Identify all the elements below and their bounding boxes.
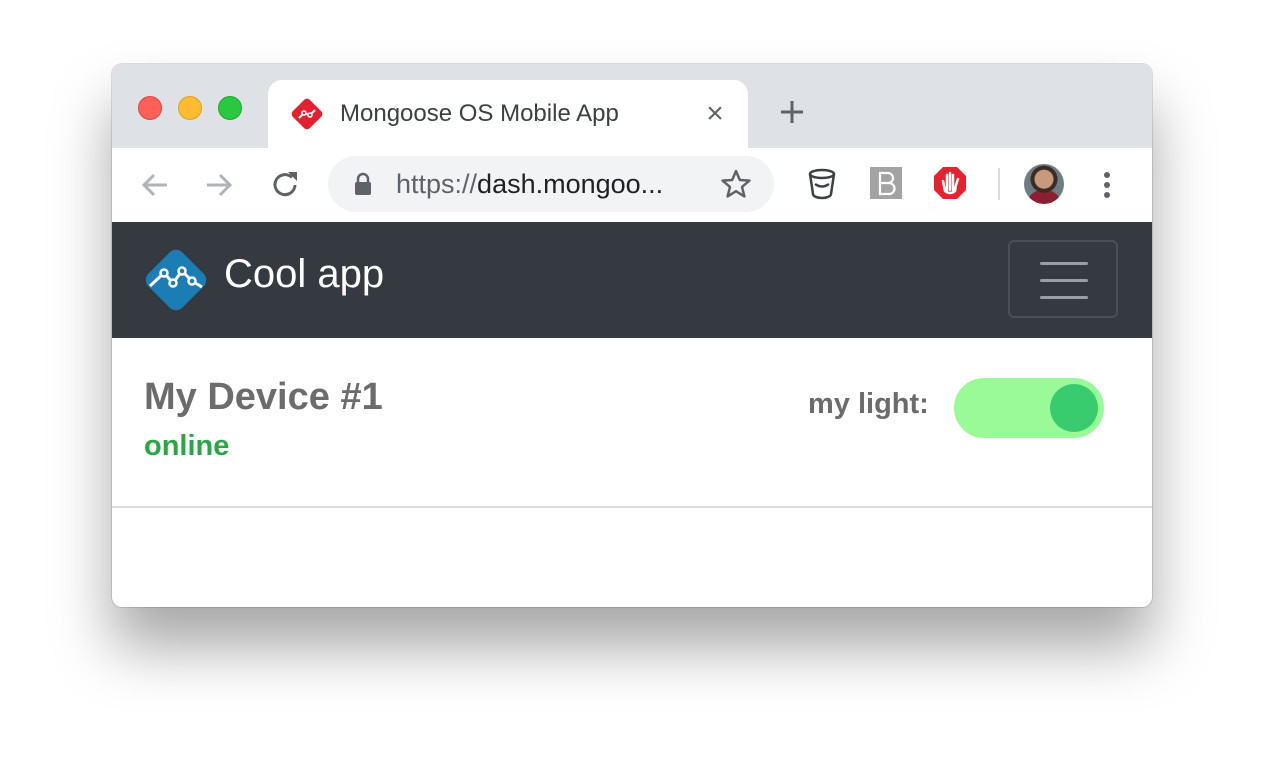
lock-icon[interactable]: [352, 172, 374, 196]
hamburger-icon-bar: [1040, 262, 1088, 265]
device-title: My Device #1: [144, 376, 383, 418]
mongoose-logo-icon[interactable]: [142, 246, 210, 314]
window-minimize-button[interactable]: [178, 96, 202, 120]
url-text[interactable]: https://dash.mongoo...: [396, 169, 696, 200]
reload-icon[interactable]: [266, 166, 304, 204]
adblock-icon[interactable]: [932, 165, 968, 201]
brand-name[interactable]: Cool app: [224, 252, 384, 297]
browser-window: Mongoose OS Mobile App × https://dash.mo…: [112, 64, 1152, 607]
toggle-knob[interactable]: [1050, 384, 1098, 432]
star-icon[interactable]: [720, 168, 752, 200]
b-extension-icon[interactable]: [868, 165, 904, 201]
url-scheme: https://: [396, 169, 478, 199]
toolbar-separator: [998, 168, 1000, 200]
window-close-button[interactable]: [138, 96, 162, 120]
tab-active[interactable]: Mongoose OS Mobile App ×: [268, 80, 748, 148]
hamburger-icon-bar: [1040, 279, 1088, 282]
url-host: dash.mongoo...: [477, 169, 664, 199]
forward-arrow-icon[interactable]: [200, 166, 238, 204]
tab-strip: Mongoose OS Mobile App ×: [112, 64, 1152, 148]
navbar-toggler-button[interactable]: [1008, 240, 1118, 318]
window-maximize-button[interactable]: [218, 96, 242, 120]
device-status-badge: online: [144, 430, 230, 462]
light-toggle-label: my light:: [808, 388, 929, 420]
new-tab-icon[interactable]: [776, 96, 808, 128]
profile-avatar[interactable]: [1024, 164, 1064, 204]
kebab-menu-icon[interactable]: [1092, 166, 1122, 204]
address-bar[interactable]: https://dash.mongoo...: [328, 156, 774, 212]
bucket-extension-icon[interactable]: [804, 165, 840, 201]
back-arrow-icon[interactable]: [136, 166, 174, 204]
section-divider: [112, 506, 1152, 508]
light-toggle-switch[interactable]: [954, 378, 1104, 438]
hamburger-icon-bar: [1040, 296, 1088, 299]
app-navbar: Cool app: [112, 222, 1152, 338]
tab-title: Mongoose OS Mobile App: [340, 100, 619, 127]
mongoose-favicon-icon: [291, 98, 323, 130]
tab-close-icon[interactable]: ×: [700, 99, 730, 129]
browser-toolbar: https://dash.mongoo...: [112, 148, 1152, 223]
